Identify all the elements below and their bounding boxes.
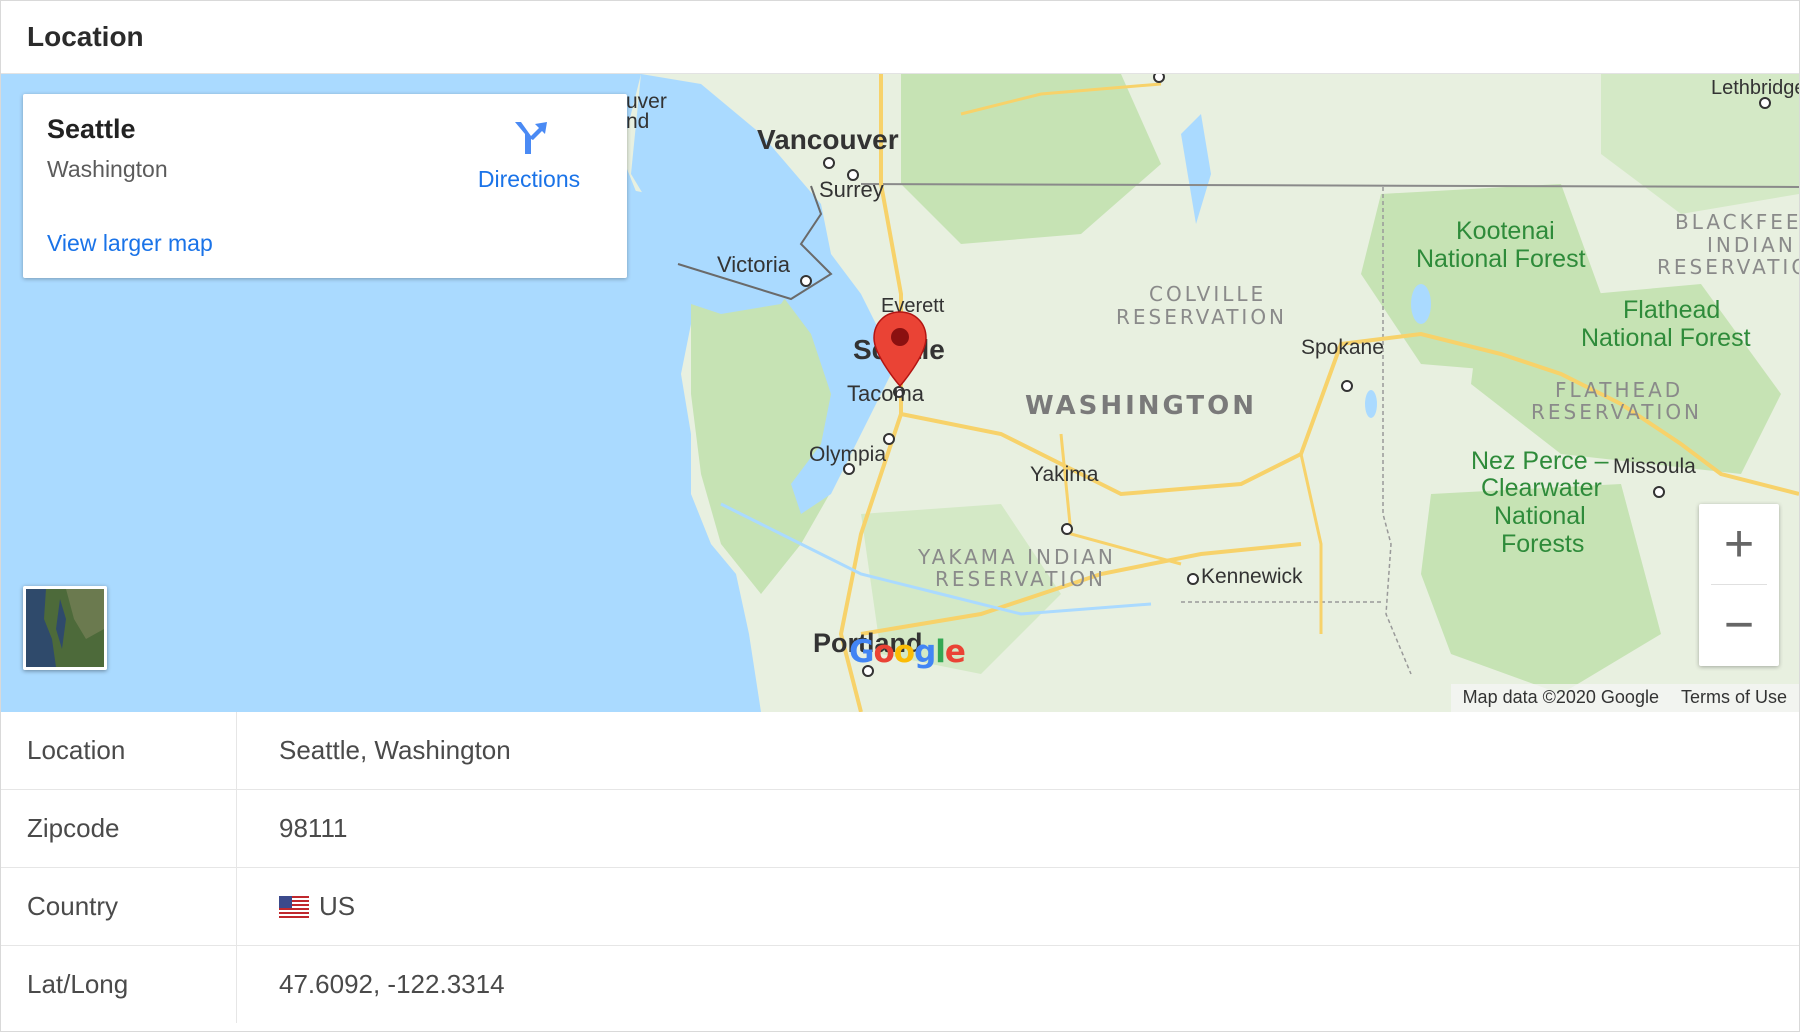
table-row: Location Seattle, Washington <box>1 712 1799 789</box>
map-label-nd: nd <box>626 110 649 133</box>
map-attribution: Map data ©2020 Google Terms of Use <box>1450 684 1799 712</box>
google-logo-letter: g <box>914 634 936 670</box>
row-key: Lat/Long <box>1 946 237 1023</box>
row-key: Country <box>1 868 237 945</box>
map-data-credit: Map data ©2020 Google <box>1462 687 1659 707</box>
google-logo-letter: o <box>873 634 894 670</box>
view-larger-map-link[interactable]: View larger map <box>47 230 213 257</box>
map-label-colville-2: RESERVATION <box>1116 305 1287 329</box>
map-label-victoria: Victoria <box>717 252 791 277</box>
panel-title: Location <box>1 1 1799 74</box>
place-title: Seattle <box>47 114 136 144</box>
terms-of-use-link[interactable]: Terms of Use <box>1681 687 1787 708</box>
map-label-nezperce-1: Nez Perce – <box>1471 447 1609 475</box>
location-panel: Location uver nd Vancouver Surrey Victor… <box>0 0 1800 1032</box>
google-logo-letter: G <box>849 634 874 670</box>
country-value: US <box>319 891 356 921</box>
map-label-flathead-res-1: FLATHEAD <box>1555 378 1683 402</box>
directions-label: Directions <box>477 166 581 192</box>
place-info-card: Seattle Washington View larger map Direc… <box>23 94 627 278</box>
map-label-surrey: Surrey <box>819 177 884 202</box>
map-label-colville-1: COLVILLE <box>1149 282 1266 306</box>
map-label-nezperce-4: Forests <box>1501 530 1584 558</box>
row-key: Zipcode <box>1 790 237 867</box>
map-label-yakama-1: YAKAMA INDIAN <box>917 545 1116 569</box>
map-pin-icon[interactable] <box>871 310 929 390</box>
table-row: Lat/Long 47.6092, -122.3314 <box>1 945 1799 1023</box>
map-label-yakama-2: RESERVATION <box>935 567 1106 591</box>
map-label-flathead-res-2: RESERVATION <box>1531 400 1702 424</box>
map-label-spokane: Spokane <box>1301 336 1384 359</box>
map-label-missoula: Missoula <box>1613 455 1696 478</box>
zoom-control: + − <box>1699 504 1779 666</box>
satellite-thumbnail[interactable] <box>23 586 107 670</box>
table-row: Country US <box>1 867 1799 945</box>
google-logo-letter: e <box>944 634 966 670</box>
map-label-blackfeet-3: RESERVATION <box>1657 255 1799 279</box>
map-label-blackfeet-2: INDIAN <box>1707 233 1796 257</box>
location-details-table: Location Seattle, Washington Zipcode 981… <box>1 712 1799 1023</box>
us-flag-icon <box>279 895 309 918</box>
zoom-in-button[interactable]: + <box>1699 504 1779 584</box>
map[interactable]: uver nd Vancouver Surrey Victoria Everet… <box>1 74 1799 712</box>
map-label-flathead-nf-1: Flathead <box>1623 296 1720 324</box>
map-label-vancouver: Vancouver <box>757 124 899 155</box>
map-label-flathead-nf-2: National Forest <box>1581 324 1751 352</box>
map-label-washington: WASHINGTON <box>1025 391 1257 421</box>
map-label-kennewick: Kennewick <box>1201 565 1303 588</box>
google-logo-letter: o <box>893 634 915 670</box>
row-value: 98111 <box>279 813 348 843</box>
map-label-olympia: Olympia <box>809 443 886 466</box>
row-value-country: US <box>237 868 1799 945</box>
row-value: Seattle, Washington <box>279 735 511 765</box>
directions-button[interactable]: Directions <box>469 118 589 193</box>
map-label-kootenai-1: Kootenai <box>1456 217 1555 245</box>
place-subtitle: Washington <box>47 156 168 182</box>
row-value: 47.6092, -122.3314 <box>279 969 505 999</box>
table-row: Zipcode 98111 <box>1 789 1799 867</box>
map-label-kootenai-2: National Forest <box>1416 245 1586 273</box>
row-key: Location <box>1 712 237 789</box>
map-label-nezperce-2: Clearwater <box>1481 474 1602 502</box>
google-logo-letter: l <box>935 634 946 670</box>
map-label-nezperce-3: National <box>1494 502 1586 530</box>
map-label-lethbridge: Lethbridge <box>1711 77 1799 99</box>
zoom-out-button[interactable]: − <box>1699 585 1779 665</box>
map-label-blackfeet-1: BLACKFEET <box>1675 210 1799 234</box>
directions-icon <box>515 122 547 154</box>
map-label-yakima: Yakima <box>1030 463 1099 486</box>
google-logo: Google <box>849 634 966 670</box>
